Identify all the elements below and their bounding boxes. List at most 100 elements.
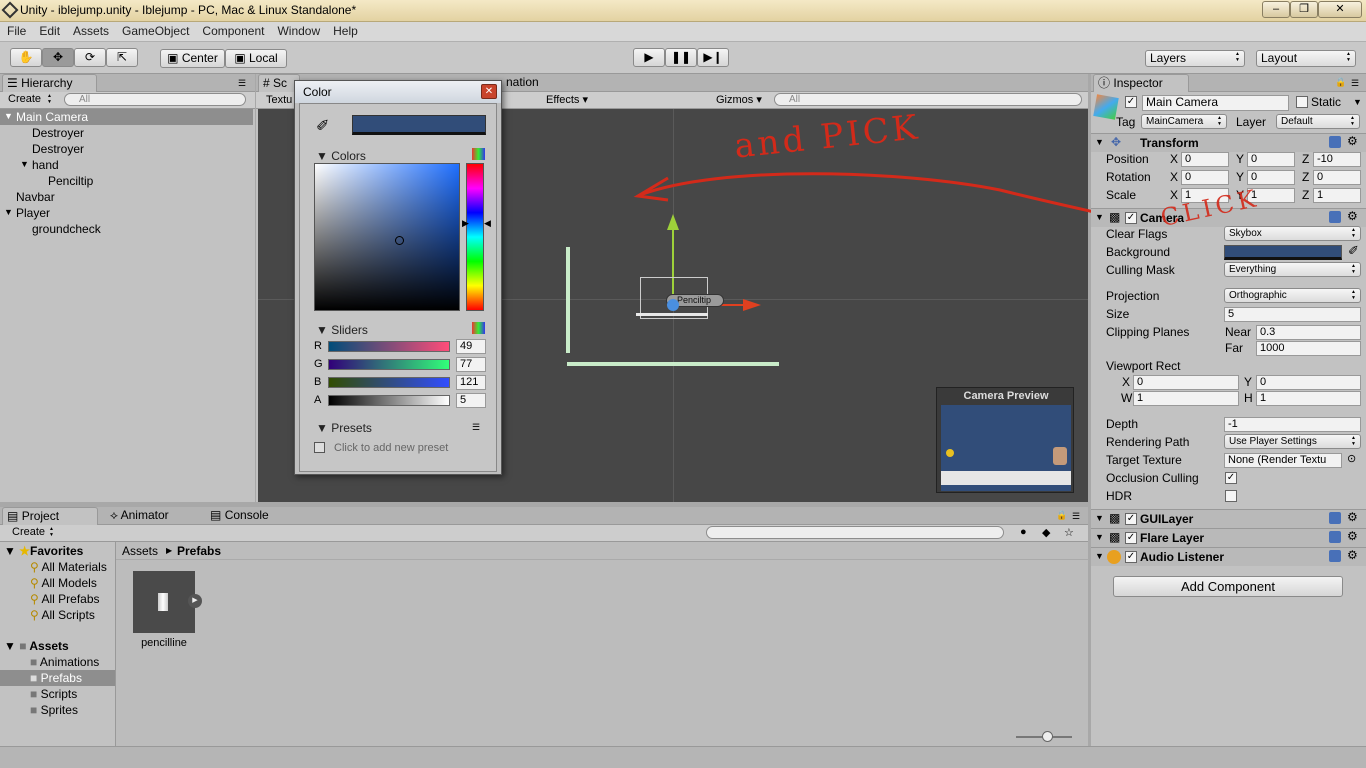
move-tool-button[interactable]: ✥: [42, 48, 74, 67]
folder-sprites[interactable]: ■ Sprites: [30, 702, 78, 718]
sliders-mode-icon[interactable]: [472, 322, 485, 334]
breadcrumb-prefabs[interactable]: Prefabs: [177, 543, 221, 559]
favorite-all-prefabs[interactable]: ⚲ All Prefabs: [30, 591, 100, 607]
gear-icon[interactable]: ⚙: [1347, 510, 1358, 524]
position-z-field[interactable]: -10: [1313, 152, 1361, 167]
slider-thumb[interactable]: [1042, 731, 1053, 742]
favorite-all-materials[interactable]: ⚲ All Materials: [30, 559, 107, 575]
add-component-button[interactable]: Add Component: [1113, 576, 1343, 597]
target-texture-field[interactable]: None (Render Textu: [1224, 453, 1342, 468]
hdr-checkbox[interactable]: [1225, 490, 1237, 502]
hierarchy-item-hand[interactable]: hand: [32, 157, 59, 173]
render-mode-dropdown[interactable]: Textu: [266, 92, 292, 108]
menu-gameobject[interactable]: GameObject: [115, 22, 195, 38]
expand-arrow-icon[interactable]: ▼: [20, 159, 29, 169]
static-checkbox[interactable]: [1296, 96, 1308, 108]
hierarchy-item-destroyer[interactable]: Destroyer: [32, 125, 84, 141]
slider-g-value[interactable]: 77: [456, 357, 486, 372]
favorite-all-models[interactable]: ⚲ All Models: [30, 575, 97, 591]
add-preset-icon[interactable]: [314, 442, 325, 453]
hierarchy-item-main-camera[interactable]: Main Camera: [0, 109, 253, 125]
camera-enabled-checkbox[interactable]: ✓: [1125, 212, 1137, 224]
saturation-value-picker[interactable]: [314, 163, 460, 311]
help-icon[interactable]: [1329, 531, 1341, 543]
gear-icon[interactable]: ⚙: [1347, 134, 1358, 148]
rotation-z-field[interactable]: 0: [1313, 170, 1361, 185]
tab-console[interactable]: ▤ Console: [206, 507, 296, 525]
play-button[interactable]: ▶: [633, 48, 665, 67]
hierarchy-create-dropdown[interactable]: Create: [4, 93, 56, 107]
flare-layer-enabled-checkbox[interactable]: ✓: [1125, 532, 1137, 544]
culling-mask-dropdown[interactable]: Everything: [1224, 262, 1361, 277]
flare-layer-header[interactable]: ▼ ▩ ✓ Flare Layer ⚙: [1091, 528, 1366, 547]
folder-scripts[interactable]: ■ Scripts: [30, 686, 77, 702]
expand-arrow-icon[interactable]: ▼: [4, 207, 13, 217]
color-picker-close-button[interactable]: ✕: [481, 84, 497, 99]
audio-listener-header[interactable]: ▼ ✓ Audio Listener ⚙: [1091, 547, 1366, 566]
slider-a-value[interactable]: 5: [456, 393, 486, 408]
viewport-w-field[interactable]: 1: [1133, 391, 1239, 406]
menu-edit[interactable]: Edit: [32, 22, 66, 38]
tab-hierarchy[interactable]: ☰ Hierarchy: [2, 74, 97, 92]
viewport-y-field[interactable]: 0: [1256, 375, 1361, 390]
hierarchy-item-player[interactable]: Player: [16, 205, 50, 221]
slider-r-value[interactable]: 49: [456, 339, 486, 354]
slider-b-value[interactable]: 121: [456, 375, 486, 390]
move-gizmo-y-arrow-icon[interactable]: [667, 214, 679, 230]
guilayer-header[interactable]: ▼ ▩ ✓ GUILayer ⚙: [1091, 509, 1366, 528]
hue-marker-icon[interactable]: ◀: [484, 218, 491, 229]
object-name-field[interactable]: Main Camera: [1142, 95, 1289, 111]
add-preset-button[interactable]: Click to add new preset: [334, 440, 448, 456]
step-button[interactable]: ▶❙: [697, 48, 729, 67]
near-field[interactable]: 0.3: [1256, 325, 1361, 340]
gizmo-center-handle[interactable]: [667, 299, 679, 311]
minimize-button[interactable]: –: [1262, 1, 1290, 18]
tab-animator[interactable]: ⟡ Animator: [106, 507, 196, 525]
gear-icon[interactable]: ⚙: [1347, 209, 1358, 223]
hierarchy-item-navbar[interactable]: Navbar: [16, 189, 55, 205]
gizmos-dropdown[interactable]: Gizmos ▾: [716, 92, 762, 108]
panel-menu-icon[interactable]: ☰: [238, 78, 246, 89]
hue-slider[interactable]: [466, 163, 484, 311]
effects-dropdown[interactable]: Effects ▾: [546, 92, 588, 108]
presets-menu-icon[interactable]: ☰: [472, 422, 480, 433]
colors-section-label[interactable]: ▼ Colors: [316, 148, 366, 164]
gear-icon[interactable]: ⚙: [1347, 529, 1358, 543]
slider-b-track[interactable]: [328, 377, 450, 388]
guilayer-enabled-checkbox[interactable]: ✓: [1125, 513, 1137, 525]
collapse-arrow-icon[interactable]: ▼: [1095, 212, 1104, 222]
rendering-path-dropdown[interactable]: Use Player Settings: [1224, 434, 1361, 449]
viewport-x-field[interactable]: 0: [1133, 375, 1239, 390]
maximize-button[interactable]: ❐: [1290, 1, 1318, 18]
scale-z-field[interactable]: 1: [1313, 188, 1361, 203]
background-color-field[interactable]: [1224, 245, 1342, 260]
clear-flags-dropdown[interactable]: Skybox: [1224, 226, 1361, 241]
eyedropper-icon[interactable]: ✐: [316, 116, 329, 136]
search-by-type-icon[interactable]: ●: [1020, 526, 1027, 538]
hierarchy-item-destroyer-2[interactable]: Destroyer: [32, 141, 84, 157]
layer-dropdown[interactable]: Default: [1276, 114, 1360, 129]
layers-dropdown[interactable]: Layers: [1145, 50, 1245, 67]
menu-assets[interactable]: Assets: [66, 22, 115, 38]
favorite-star-icon[interactable]: ☆: [1064, 526, 1074, 539]
help-icon[interactable]: [1329, 550, 1341, 562]
folder-animations[interactable]: ■ Animations: [30, 654, 99, 670]
tag-dropdown[interactable]: MainCamera: [1141, 114, 1227, 129]
rotation-x-field[interactable]: 0: [1181, 170, 1229, 185]
scale-tool-button[interactable]: ⇱: [106, 48, 138, 67]
rotation-y-field[interactable]: 0: [1247, 170, 1295, 185]
asset-name[interactable]: pencilline: [126, 635, 202, 651]
collapse-arrow-icon[interactable]: ▼: [1095, 551, 1104, 561]
panel-menu-icon[interactable]: ☰: [1072, 511, 1080, 522]
colors-mode-icon[interactable]: [472, 148, 485, 160]
audio-listener-enabled-checkbox[interactable]: ✓: [1125, 551, 1137, 563]
collapse-arrow-icon[interactable]: ▼: [1095, 137, 1104, 147]
tab-animation[interactable]: nation: [502, 74, 572, 92]
favorite-all-scripts[interactable]: ⚲ All Scripts: [30, 607, 95, 623]
transform-header[interactable]: ▼ ✥ Transform ⚙: [1091, 133, 1366, 152]
viewport-h-field[interactable]: 1: [1256, 391, 1361, 406]
object-picker-icon[interactable]: ⊙: [1347, 452, 1356, 465]
assets-header[interactable]: ▼ ■ Assets: [4, 638, 69, 654]
menu-component[interactable]: Component: [195, 22, 270, 38]
breadcrumb-assets[interactable]: Assets: [122, 543, 158, 559]
